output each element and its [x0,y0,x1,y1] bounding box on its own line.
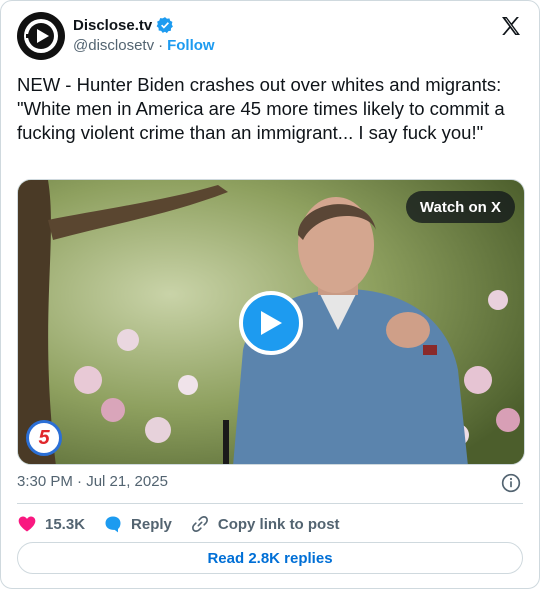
read-replies-button[interactable]: Read 2.8K replies [17,542,523,574]
post-card: Disclose.tv @disclosetv · Follow NEW - H… [0,0,540,589]
info-icon[interactable] [501,473,521,493]
like-button[interactable]: 15.3K [17,514,85,534]
link-icon [191,516,208,532]
copy-link-button[interactable]: Copy link to post [190,514,340,534]
disclose-logo-icon [24,19,58,53]
post-timestamp[interactable]: 3:30 PM · Jul 21, 2025 [17,473,168,490]
like-count: 15.3K [45,515,86,533]
divider [17,503,523,504]
name-row: Disclose.tv [73,16,174,34]
reply-button[interactable]: Reply [103,514,172,534]
post-text: NEW - Hunter Biden crashes out over whit… [17,74,510,143]
follow-button[interactable]: Follow [167,37,215,54]
post-header: Disclose.tv @disclosetv · Follow [17,12,525,62]
copy-link-label: Copy link to post [217,515,340,533]
separator: · [158,37,164,54]
watch-on-x-button[interactable]: Watch on X [405,191,515,223]
account-handle[interactable]: @disclosetv [73,37,154,54]
reply-label: Reply [131,515,172,533]
account-name[interactable]: Disclose.tv [73,17,152,34]
play-button[interactable] [239,291,303,355]
reply-bubble-icon [105,516,121,533]
channel-badge-number: 5 [38,426,50,449]
video-player[interactable]: Watch on X 5 [17,179,525,465]
x-logo-icon[interactable] [499,14,523,38]
handle-row: @disclosetv · Follow [73,37,215,54]
action-bar: 15.3K Reply Copy link to post [17,512,340,536]
verified-badge-icon [156,17,174,34]
avatar[interactable] [17,12,65,60]
heart-icon [18,516,36,532]
channel-badge-icon: 5 [26,420,62,456]
play-icon [261,311,282,335]
